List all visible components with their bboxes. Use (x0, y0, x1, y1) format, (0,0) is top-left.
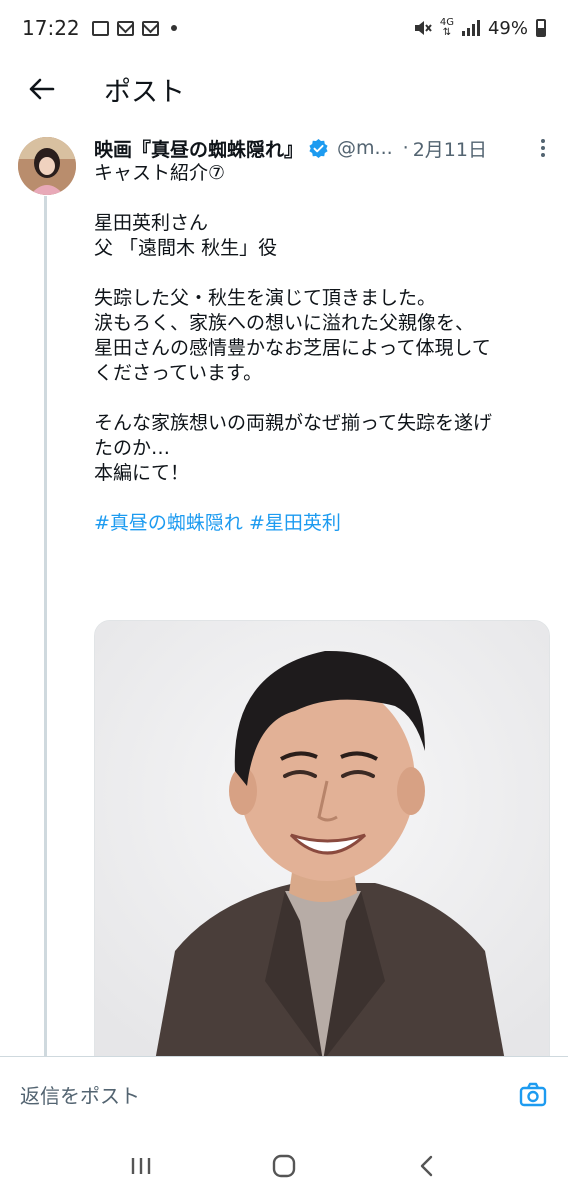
tweet-line: 父 「遠間木 秋生」役 (94, 237, 278, 259)
hashtag-link[interactable]: #真昼の蜘蛛隠れ (94, 512, 243, 534)
separator: · (402, 137, 409, 159)
more-notifications-icon (170, 25, 177, 31)
more-dot-icon (541, 146, 545, 150)
header: ポスト (0, 56, 568, 122)
tweet-line: 涙もろく、家族への想いに溢れた父親像を、 (94, 312, 475, 334)
hashtag-row: #真昼の蜘蛛隠れ #星田英利 (94, 511, 554, 536)
back-arrow-icon (29, 78, 55, 100)
user-handle[interactable]: @m... (337, 137, 393, 159)
back-button[interactable] (18, 66, 64, 112)
hashtag-link[interactable]: #星田英利 (249, 512, 341, 534)
tweet-header: 映画『真昼の蜘蛛隠れ』 @m... · 2月11日 (94, 134, 554, 162)
battery-level: 49% (487, 17, 528, 39)
status-bar: 17:22 4G ⇅ 49% (0, 0, 568, 56)
more-dot-icon (541, 153, 545, 157)
thread-line (44, 196, 47, 1058)
tweet-line: キャスト紹介⑦ (94, 162, 226, 184)
media-photo[interactable] (94, 620, 550, 1060)
camera-icon (519, 1082, 547, 1106)
tweet-text: キャスト紹介⑦ 星田英利さん 父 「遠間木 秋生」役 失踪した父・秋生を演じて頂… (94, 161, 554, 536)
tweet-line: 失踪した父・秋生を演じて頂きました。 (94, 287, 437, 309)
home-icon (272, 1154, 296, 1178)
tweet-line: そんな家族想いの両親がなぜ揃って失踪を遂げ (94, 412, 493, 434)
network-type: 4G ⇅ (440, 18, 454, 38)
avatar[interactable] (18, 137, 76, 195)
data-arrows-icon: ⇅ (442, 27, 452, 38)
signal-icon (461, 20, 480, 36)
page-title: ポスト (104, 76, 185, 108)
tweet-line: たのか… (94, 437, 171, 459)
status-time: 17:22 (22, 16, 80, 40)
avatar-image (18, 137, 76, 195)
portrait-photo (95, 621, 549, 1059)
back-nav-button[interactable] (407, 1146, 447, 1186)
verified-badge-icon (309, 138, 328, 158)
camera-button[interactable] (518, 1080, 548, 1110)
mail-notification-icon (116, 20, 134, 36)
tweet-line: 星田さんの感情豊かなお芝居によって体現して (94, 337, 491, 359)
tweet-line: くださっています。 (94, 362, 263, 384)
home-button[interactable] (264, 1146, 304, 1186)
tweet-line: 本編にて！ (94, 462, 190, 484)
reply-input[interactable]: 返信をポスト (20, 1080, 518, 1109)
post-date[interactable]: 2月11日 (413, 135, 487, 162)
reply-bar: 返信をポスト (0, 1056, 568, 1132)
system-nav-bar (0, 1132, 568, 1200)
more-options-button[interactable] (532, 137, 554, 159)
more-dot-icon (541, 139, 545, 143)
mail-notification-icon-2 (141, 20, 159, 36)
recent-apps-button[interactable] (121, 1146, 161, 1186)
recent-apps-icon (132, 1158, 151, 1174)
gallery-notification-icon (91, 20, 109, 36)
chevron-left-icon (420, 1155, 432, 1177)
display-name[interactable]: 映画『真昼の蜘蛛隠れ』 (94, 135, 303, 162)
mute-icon (414, 21, 432, 35)
battery-icon (536, 19, 546, 37)
tweet-line: 星田英利さん (94, 212, 209, 234)
